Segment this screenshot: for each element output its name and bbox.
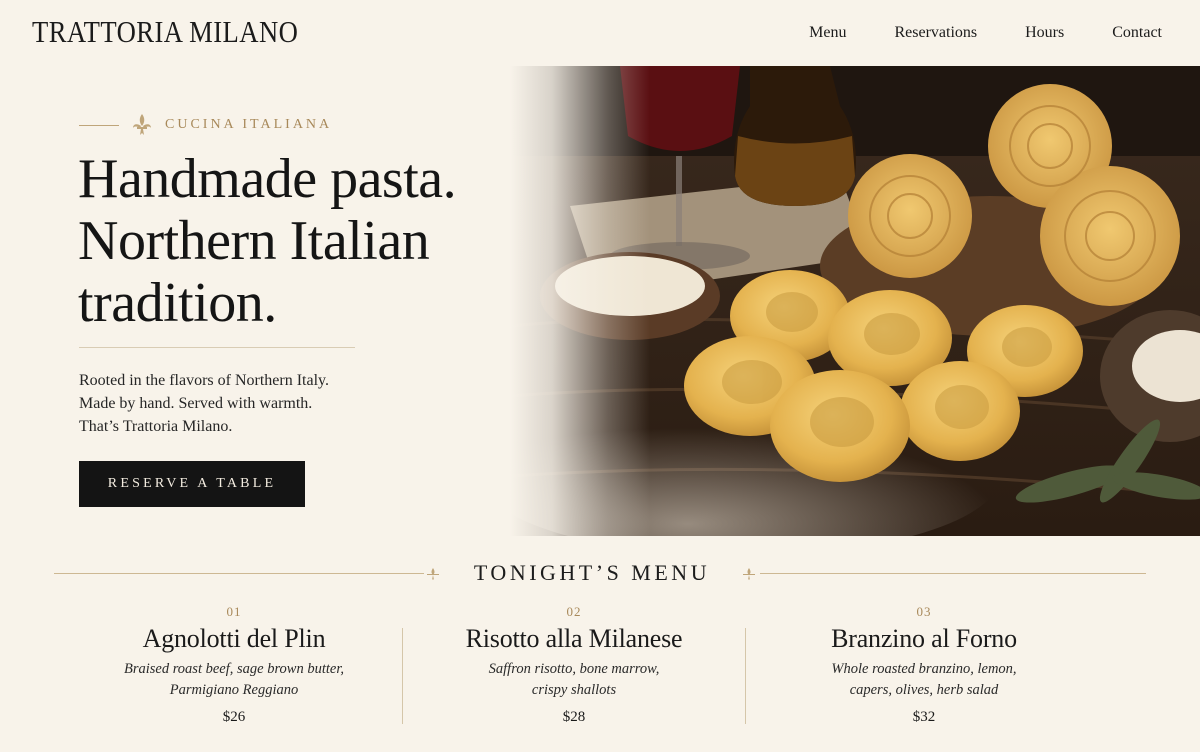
dish-name: Agnolotti del Plin <box>142 624 326 653</box>
menu-dish-item[interactable]: 03 Branzino al Forno Whole roasted branz… <box>752 600 1096 730</box>
intro-line-3: That’s Trattoria Milano. <box>79 418 233 435</box>
dish-name: Branzino al Forno <box>831 624 1017 653</box>
fleur-de-lis-icon <box>133 114 151 135</box>
dish-number: 02 <box>566 604 582 619</box>
nav-link-reservations[interactable]: Reservations <box>894 24 977 42</box>
dish-description-line: crispy shallots <box>531 682 617 698</box>
headline-line-3: tradition. <box>78 272 277 334</box>
hero-headline: Handmade pasta. Northern Italian traditi… <box>78 148 457 334</box>
intro-line-1: Rooted in the flavors of Northern Italy. <box>79 372 330 389</box>
eyebrow-label: CUCINA ITALIANA <box>165 117 333 132</box>
hero-intro: Rooted in the flavors of Northern Italy.… <box>79 369 329 438</box>
brand-logo[interactable]: TRATTORIA MILANO <box>32 14 298 50</box>
hero-image-fade <box>510 66 650 536</box>
dish-description-line: capers, olives, herb salad <box>849 682 999 698</box>
dish-description: Whole roasted branzino, lemon, capers, o… <box>799 659 1049 701</box>
hero-eyebrow: CUCINA ITALIANA <box>79 112 332 138</box>
menu-dish-item[interactable]: 02 Risotto alla Milanese Saffron risotto… <box>402 600 746 730</box>
hero-divider <box>79 347 355 348</box>
hero-pasta-photo <box>510 66 1200 536</box>
menu-heading-rule-left <box>54 573 424 574</box>
nav-link-hours[interactable]: Hours <box>1025 24 1064 42</box>
headline-line-1: Handmade pasta. <box>78 148 457 210</box>
dish-price: $32 <box>912 709 936 725</box>
menu-dish-list: 01 Agnolotti del Plin Braised roast beef… <box>62 600 1092 730</box>
menu-dish-item[interactable]: 01 Agnolotti del Plin Braised roast beef… <box>62 600 406 730</box>
main-nav: Menu Reservations Hours Contact <box>809 24 1162 42</box>
dish-price: $26 <box>222 709 246 725</box>
menu-ornament-icon <box>427 568 439 580</box>
site-header: TRATTORIA MILANO Menu Reservations Hours… <box>0 0 1200 66</box>
intro-line-2: Made by hand. Served with warmth. <box>79 395 313 412</box>
eyebrow-rule <box>79 124 119 126</box>
dish-number: 03 <box>916 604 932 619</box>
dish-number: 01 <box>226 604 242 619</box>
reserve-table-button[interactable]: RESERVE A TABLE <box>79 461 305 507</box>
dish-description-line: Parmigiano Reggiano <box>169 682 299 698</box>
nav-link-contact[interactable]: Contact <box>1112 24 1162 42</box>
dish-description-line: Saffron risotto, bone marrow, <box>488 661 660 677</box>
menu-section-heading: TONIGHT’S MENU <box>54 558 1146 590</box>
menu-ornament-icon <box>743 568 755 580</box>
dish-description-line: Braised roast beef, sage brown butter, <box>123 661 345 677</box>
menu-heading-rule-right <box>760 573 1146 574</box>
dish-description: Braised roast beef, sage brown butter, P… <box>109 659 359 701</box>
headline-line-2: Northern Italian <box>78 210 430 272</box>
menu-title: TONIGHT’S MENU <box>473 560 711 585</box>
dish-description-line: Whole roasted branzino, lemon, <box>831 661 1017 677</box>
dish-name: Risotto alla Milanese <box>465 624 683 653</box>
dish-description: Saffron risotto, bone marrow, crispy sha… <box>449 659 699 701</box>
dish-price: $28 <box>562 709 586 725</box>
dish-separator <box>745 628 746 724</box>
nav-link-menu[interactable]: Menu <box>809 24 846 42</box>
